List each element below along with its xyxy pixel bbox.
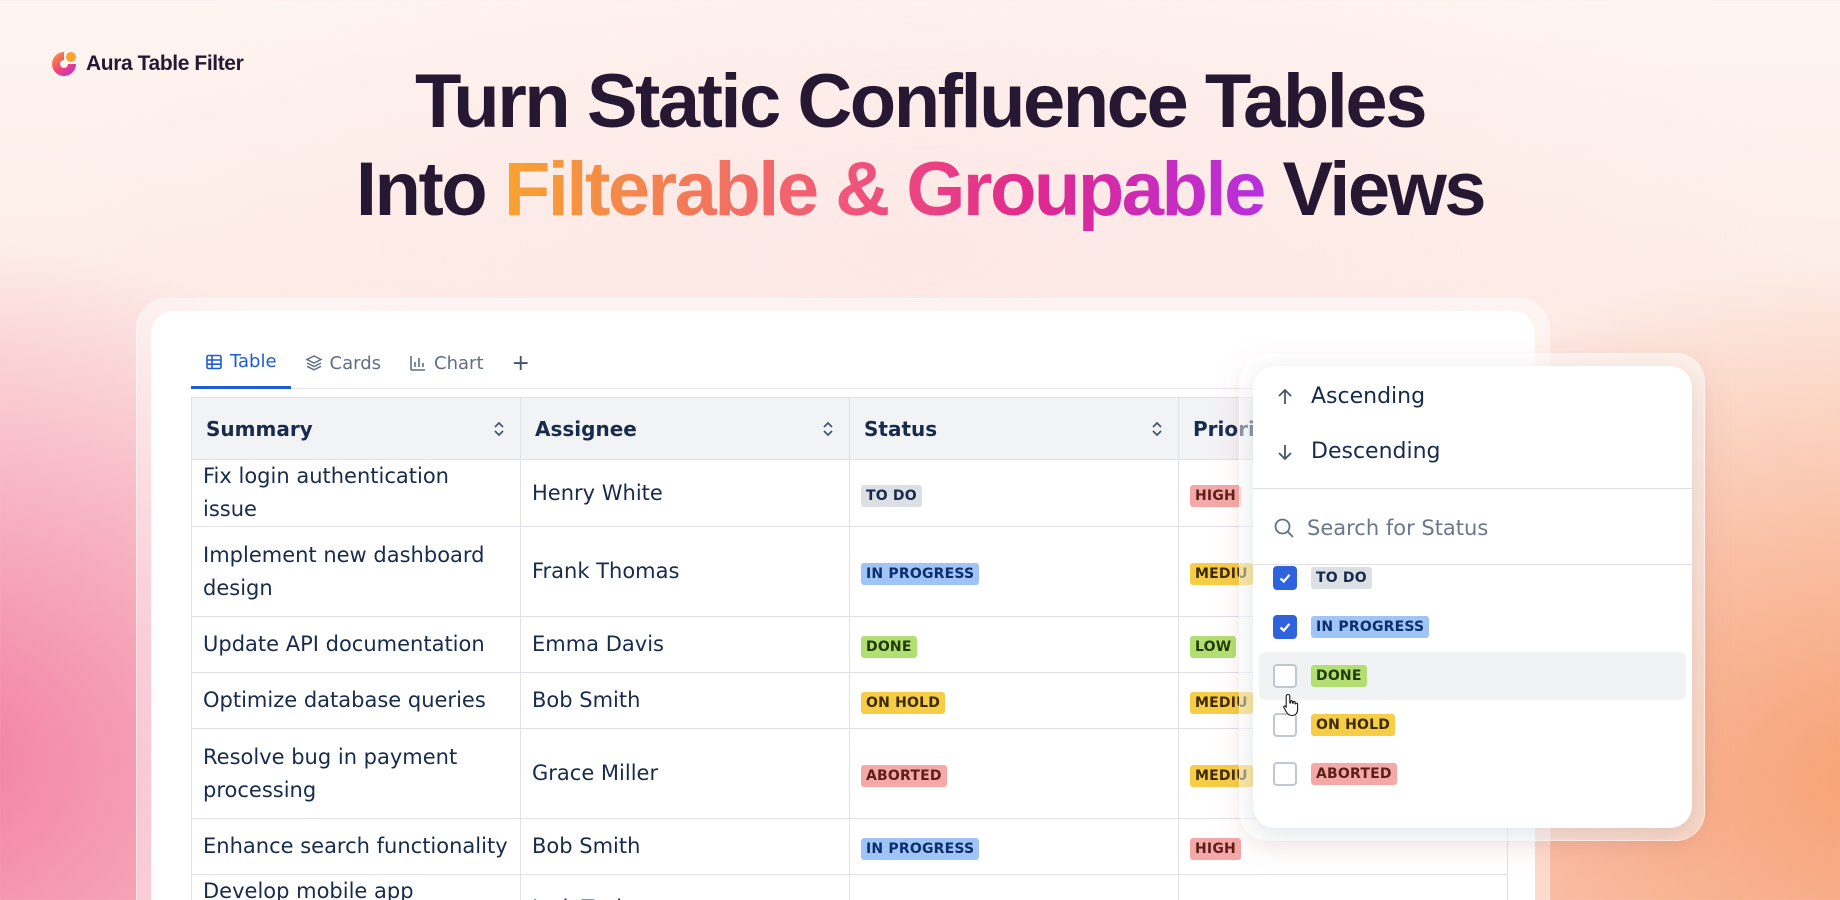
assignee-cell: Henry White: [520, 459, 850, 527]
summary-cell: Update API documentation: [191, 616, 521, 673]
check-icon: [1279, 574, 1291, 584]
status-option[interactable]: TO DO: [1259, 554, 1686, 602]
sort-ascending-label: Ascending: [1311, 384, 1426, 409]
status-cell: IN PROGRESS: [849, 526, 1179, 617]
status-option[interactable]: ON HOLD: [1259, 701, 1686, 749]
status-option-badge: ON HOLD: [1311, 714, 1396, 736]
assignee-cell: Emma Davis: [520, 616, 850, 673]
search-icon: [1274, 518, 1294, 538]
assignee-cell: Jack Taylor: [520, 874, 850, 900]
add-tab-button[interactable]: +: [498, 337, 544, 389]
status-filter-popover: Ascending Descending TO DO IN PROGRESS DON…: [1253, 366, 1692, 828]
tab-cards[interactable]: Cards: [291, 337, 396, 389]
hero-line-2-highlight: Filterable & Groupable: [503, 147, 1267, 232]
status-option[interactable]: DONE: [1259, 652, 1686, 700]
priority-badge: HIGH: [1190, 838, 1241, 860]
status-cell: ON HOLD: [849, 672, 1179, 729]
status-option-checkbox[interactable]: [1273, 566, 1297, 590]
tab-table-label: Table: [230, 351, 277, 372]
hero-headline: Turn Static Confluence Tables Into Filte…: [0, 58, 1840, 234]
status-option-badge: ABORTED: [1311, 763, 1397, 785]
status-cell: IN PROGRESS: [849, 818, 1179, 875]
status-option-badge: DONE: [1311, 665, 1367, 687]
check-icon: [1279, 623, 1291, 633]
hero-line-2: Into Filterable & Groupable Views: [0, 146, 1840, 234]
sort-chevrons-icon[interactable]: [492, 420, 506, 438]
summary-cell: Resolve bug in payment processing: [191, 728, 521, 819]
sort-descending-option[interactable]: Descending: [1275, 439, 1441, 464]
status-cell: DONE: [849, 874, 1179, 900]
status-option-checkbox[interactable]: [1273, 762, 1297, 786]
status-option[interactable]: IN PROGRESS: [1259, 603, 1686, 651]
table-icon: [206, 354, 222, 369]
hero-line-1: Turn Static Confluence Tables: [415, 59, 1427, 144]
summary-cell: Implement new dashboard design: [191, 526, 521, 617]
arrow-up-icon: [1278, 388, 1292, 404]
priority-badge: LOW: [1190, 636, 1237, 658]
status-option-badge: IN PROGRESS: [1311, 616, 1430, 638]
popover-divider: [1253, 488, 1692, 489]
assignee-cell: Frank Thomas: [520, 526, 850, 617]
tab-chart-label: Chart: [434, 352, 484, 374]
column-header-summary[interactable]: Summary: [191, 397, 521, 460]
status-option-badge: TO DO: [1311, 567, 1372, 589]
hero-line-2-post: Views: [1263, 147, 1486, 232]
assignee-cell: Bob Smith: [520, 818, 850, 875]
summary-cell: Optimize database queries: [191, 672, 521, 729]
status-badge: DONE: [861, 636, 917, 658]
status-cell: TO DO: [849, 459, 1179, 527]
priority-badge: HIGH: [1190, 484, 1241, 507]
assignee-cell: Grace Miller: [520, 728, 850, 819]
table-row[interactable]: Develop mobile app prototypeJack TaylorD…: [191, 874, 1508, 900]
status-search: [1273, 516, 1667, 540]
tab-chart[interactable]: Chart: [395, 337, 497, 389]
status-cell: ABORTED: [849, 728, 1179, 819]
summary-cell: Fix login authentication issue: [191, 459, 521, 527]
summary-cell: Enhance search functionality: [191, 818, 521, 875]
status-cell: DONE: [849, 616, 1179, 673]
tab-cards-label: Cards: [329, 352, 382, 374]
status-badge: TO DO: [861, 484, 922, 507]
status-badge: IN PROGRESS: [861, 563, 980, 585]
status-badge: ABORTED: [861, 765, 947, 787]
status-option-checkbox[interactable]: [1273, 615, 1297, 639]
hand-cursor-icon: [1283, 693, 1299, 717]
tab-table[interactable]: Table: [191, 337, 291, 389]
assignee-cell: Bob Smith: [520, 672, 850, 729]
column-header-status[interactable]: Status: [849, 397, 1179, 460]
status-search-input[interactable]: [1307, 516, 1667, 540]
layers-icon: [304, 355, 323, 371]
sort-ascending-option[interactable]: Ascending: [1275, 384, 1425, 409]
summary-cell: Develop mobile app prototype: [191, 874, 521, 900]
arrow-down-icon: [1278, 444, 1292, 460]
sort-descending-label: Descending: [1311, 439, 1441, 464]
status-badge: ON HOLD: [861, 692, 946, 714]
column-header-assignee[interactable]: Assignee: [520, 397, 850, 460]
sort-chevrons-icon[interactable]: [1150, 420, 1164, 438]
status-option-checkbox[interactable]: [1273, 664, 1297, 688]
status-option[interactable]: ABORTED: [1259, 750, 1686, 798]
bar-chart-icon: [410, 356, 426, 371]
hero-line-2-pre: Into: [355, 147, 504, 232]
priority-cell: LOW: [1178, 874, 1508, 900]
sort-chevrons-icon[interactable]: [821, 420, 835, 438]
status-badge: IN PROGRESS: [861, 838, 980, 860]
